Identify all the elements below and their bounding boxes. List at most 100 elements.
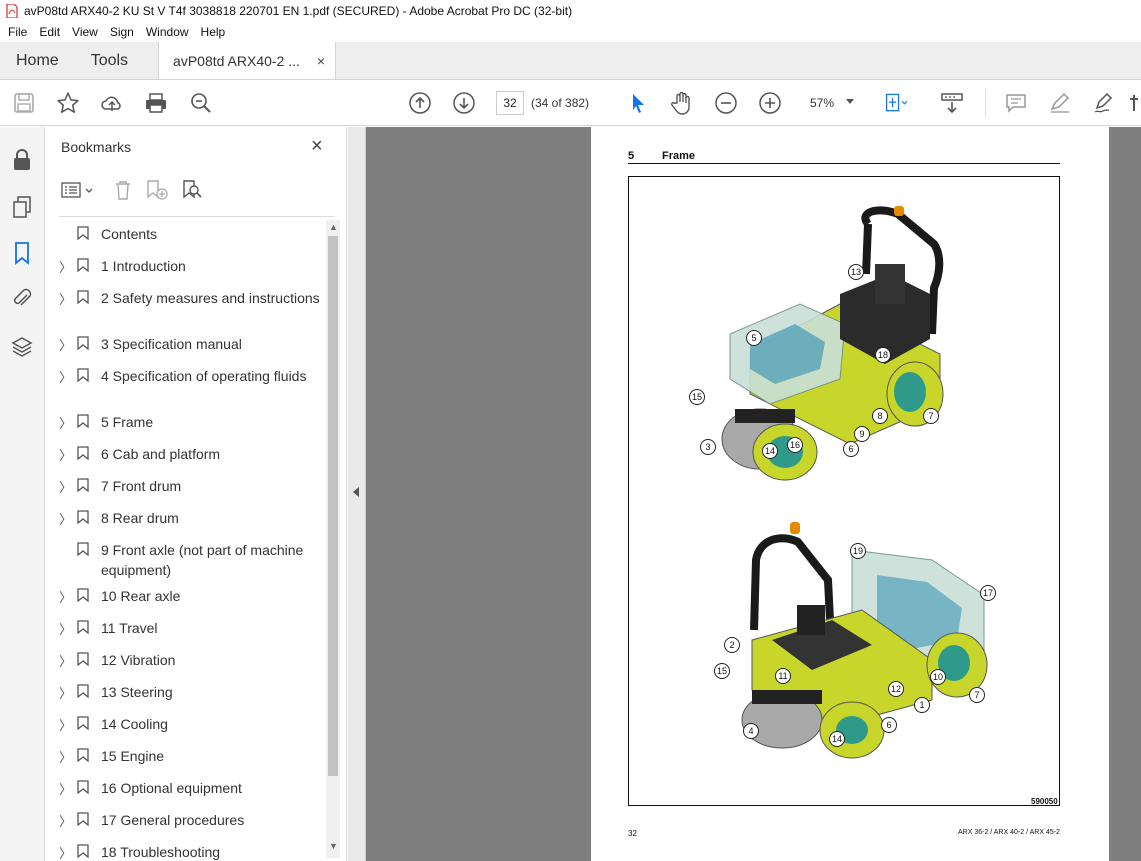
chevron-right-icon[interactable]: 〉 — [59, 509, 72, 528]
bookmark-label: 6 Cab and platform — [101, 446, 221, 462]
sign-pen-icon[interactable] — [1092, 91, 1116, 115]
layers-icon[interactable] — [10, 335, 34, 359]
star-icon[interactable] — [56, 91, 80, 115]
bookmark-label: 11 Travel — [101, 620, 158, 636]
chevron-right-icon[interactable]: 〉 — [59, 367, 72, 386]
bookmark-label: 10 Rear axle — [101, 588, 181, 604]
section-title: Frame — [662, 150, 696, 162]
callout-label: 14 — [829, 731, 845, 747]
chevron-right-icon[interactable]: 〉 — [59, 779, 72, 798]
bookmark-label: Contents — [101, 226, 158, 242]
highlight-pen-icon[interactable] — [1048, 91, 1072, 115]
bookmark-icon — [77, 336, 89, 350]
scroll-down-arrow-icon[interactable]: ▼ — [329, 841, 338, 851]
callout-label: 13 — [848, 264, 864, 280]
bookmarks-panel: Bookmarks × Contents 〉 1 Introduction 〉 — [45, 127, 347, 861]
chevron-right-icon[interactable]: 〉 — [59, 747, 72, 766]
chevron-right-icon[interactable]: 〉 — [59, 811, 72, 830]
header-rule — [628, 163, 1060, 164]
page-number-input[interactable]: 32 — [496, 91, 524, 115]
figure-code: 590050 — [1031, 797, 1058, 806]
chevron-right-icon[interactable]: 〉 — [59, 651, 72, 670]
tab-close-button[interactable]: × — [317, 53, 325, 69]
menu-edit[interactable]: Edit — [33, 25, 66, 39]
bookmark-icon — [77, 414, 89, 428]
callout-label: 8 — [872, 408, 888, 424]
page-thumbnails-icon[interactable] — [10, 195, 34, 219]
chevron-right-icon[interactable]: 〉 — [59, 715, 72, 734]
attachment-paperclip-icon[interactable] — [10, 287, 34, 311]
tab-document[interactable]: avP08td ARX40-2 ... × — [158, 42, 337, 79]
bookmark-label: 17 General procedures — [101, 812, 245, 828]
new-bookmark-icon[interactable] — [145, 178, 169, 202]
previous-page-icon[interactable] — [408, 91, 432, 115]
bookmarks-divider — [59, 216, 335, 217]
bookmark-icon — [77, 290, 89, 304]
bookmarks-close-button[interactable]: × — [311, 136, 323, 156]
chevron-right-icon[interactable]: 〉 — [59, 445, 72, 464]
menu-help[interactable]: Help — [195, 25, 232, 39]
zoom-out-icon[interactable] — [714, 91, 738, 115]
bookmark-icon — [77, 368, 89, 382]
bookmark-icon — [77, 446, 89, 460]
callout-label: 2 — [724, 637, 740, 653]
callout-label: 5 — [746, 330, 762, 346]
bookmark-label: 3 Specification manual — [101, 336, 242, 352]
bookmark-icon — [77, 620, 89, 634]
bookmark-label: 1 Introduction — [101, 258, 186, 274]
next-page-icon[interactable] — [452, 91, 476, 115]
bookmark-label: 2 Safety measures and instructions — [101, 290, 320, 306]
zoom-search-icon[interactable] — [189, 91, 213, 115]
delete-bookmark-icon[interactable] — [113, 178, 133, 202]
bookmark-label: 18 Troubleshooting — [101, 844, 221, 860]
menu-bar: File Edit View Sign Window Help — [0, 22, 1141, 42]
comment-icon[interactable] — [1004, 91, 1028, 115]
menu-sign[interactable]: Sign — [104, 25, 140, 39]
tab-tools[interactable]: Tools — [75, 42, 144, 79]
find-bookmark-icon[interactable] — [181, 178, 203, 202]
zoom-dropdown-icon[interactable] — [846, 99, 854, 104]
select-arrow-icon[interactable] — [626, 91, 650, 115]
bookmarks-scrollbar-thumb[interactable] — [328, 236, 338, 776]
more-tools-icon[interactable] — [1130, 91, 1141, 115]
menu-file[interactable]: File — [2, 25, 33, 39]
menu-view[interactable]: View — [66, 25, 104, 39]
chevron-right-icon[interactable]: 〉 — [59, 843, 72, 861]
chevron-right-icon[interactable]: 〉 — [59, 587, 72, 606]
tab-home[interactable]: Home — [0, 42, 75, 79]
chevron-right-icon[interactable]: 〉 — [59, 477, 72, 496]
chevron-right-icon[interactable]: 〉 — [59, 619, 72, 638]
hand-tool-icon[interactable] — [670, 91, 694, 115]
bookmark-label: 7 Front drum — [101, 478, 182, 494]
section-number: 5 — [628, 150, 635, 162]
bookmark-label: 8 Rear drum — [101, 510, 179, 526]
bookmark-list: Contents 〉 1 Introduction 〉 2 Safety mea… — [45, 219, 325, 861]
chevron-right-icon[interactable]: 〉 — [59, 413, 72, 432]
zoom-in-icon[interactable] — [758, 91, 782, 115]
callout-label: 7 — [923, 408, 939, 424]
bookmark-icon — [77, 652, 89, 666]
bookmark-icon — [77, 844, 89, 858]
window-title: avP08td ARX40-2 KU St V T4f 3038818 2207… — [24, 4, 573, 18]
chevron-right-icon[interactable]: 〉 — [59, 257, 72, 276]
bookmark-icon — [77, 478, 89, 492]
collapse-arrow-icon[interactable] — [353, 487, 359, 497]
save-icon[interactable] — [12, 91, 36, 115]
callout-label: 6 — [843, 441, 859, 457]
chevron-right-icon[interactable]: 〉 — [59, 289, 72, 308]
bookmark-options-icon[interactable] — [61, 178, 95, 202]
menu-window[interactable]: Window — [140, 25, 195, 39]
lock-icon[interactable] — [10, 148, 34, 172]
print-icon[interactable] — [144, 91, 168, 115]
chevron-right-icon[interactable]: 〉 — [59, 683, 72, 702]
callout-label: 16 — [787, 437, 803, 453]
fit-page-icon[interactable] — [884, 91, 908, 115]
chevron-right-icon[interactable]: 〉 — [59, 335, 72, 354]
scroll-mode-icon[interactable] — [940, 91, 964, 115]
scroll-up-arrow-icon[interactable]: ▲ — [329, 222, 338, 232]
callout-label: 12 — [888, 681, 904, 697]
upload-cloud-icon[interactable] — [100, 91, 124, 115]
bookmark-label: 4 Specification of operating fluids — [101, 368, 307, 384]
bookmark-panel-icon[interactable] — [10, 241, 34, 265]
bookmark-label: 15 Engine — [101, 748, 165, 764]
